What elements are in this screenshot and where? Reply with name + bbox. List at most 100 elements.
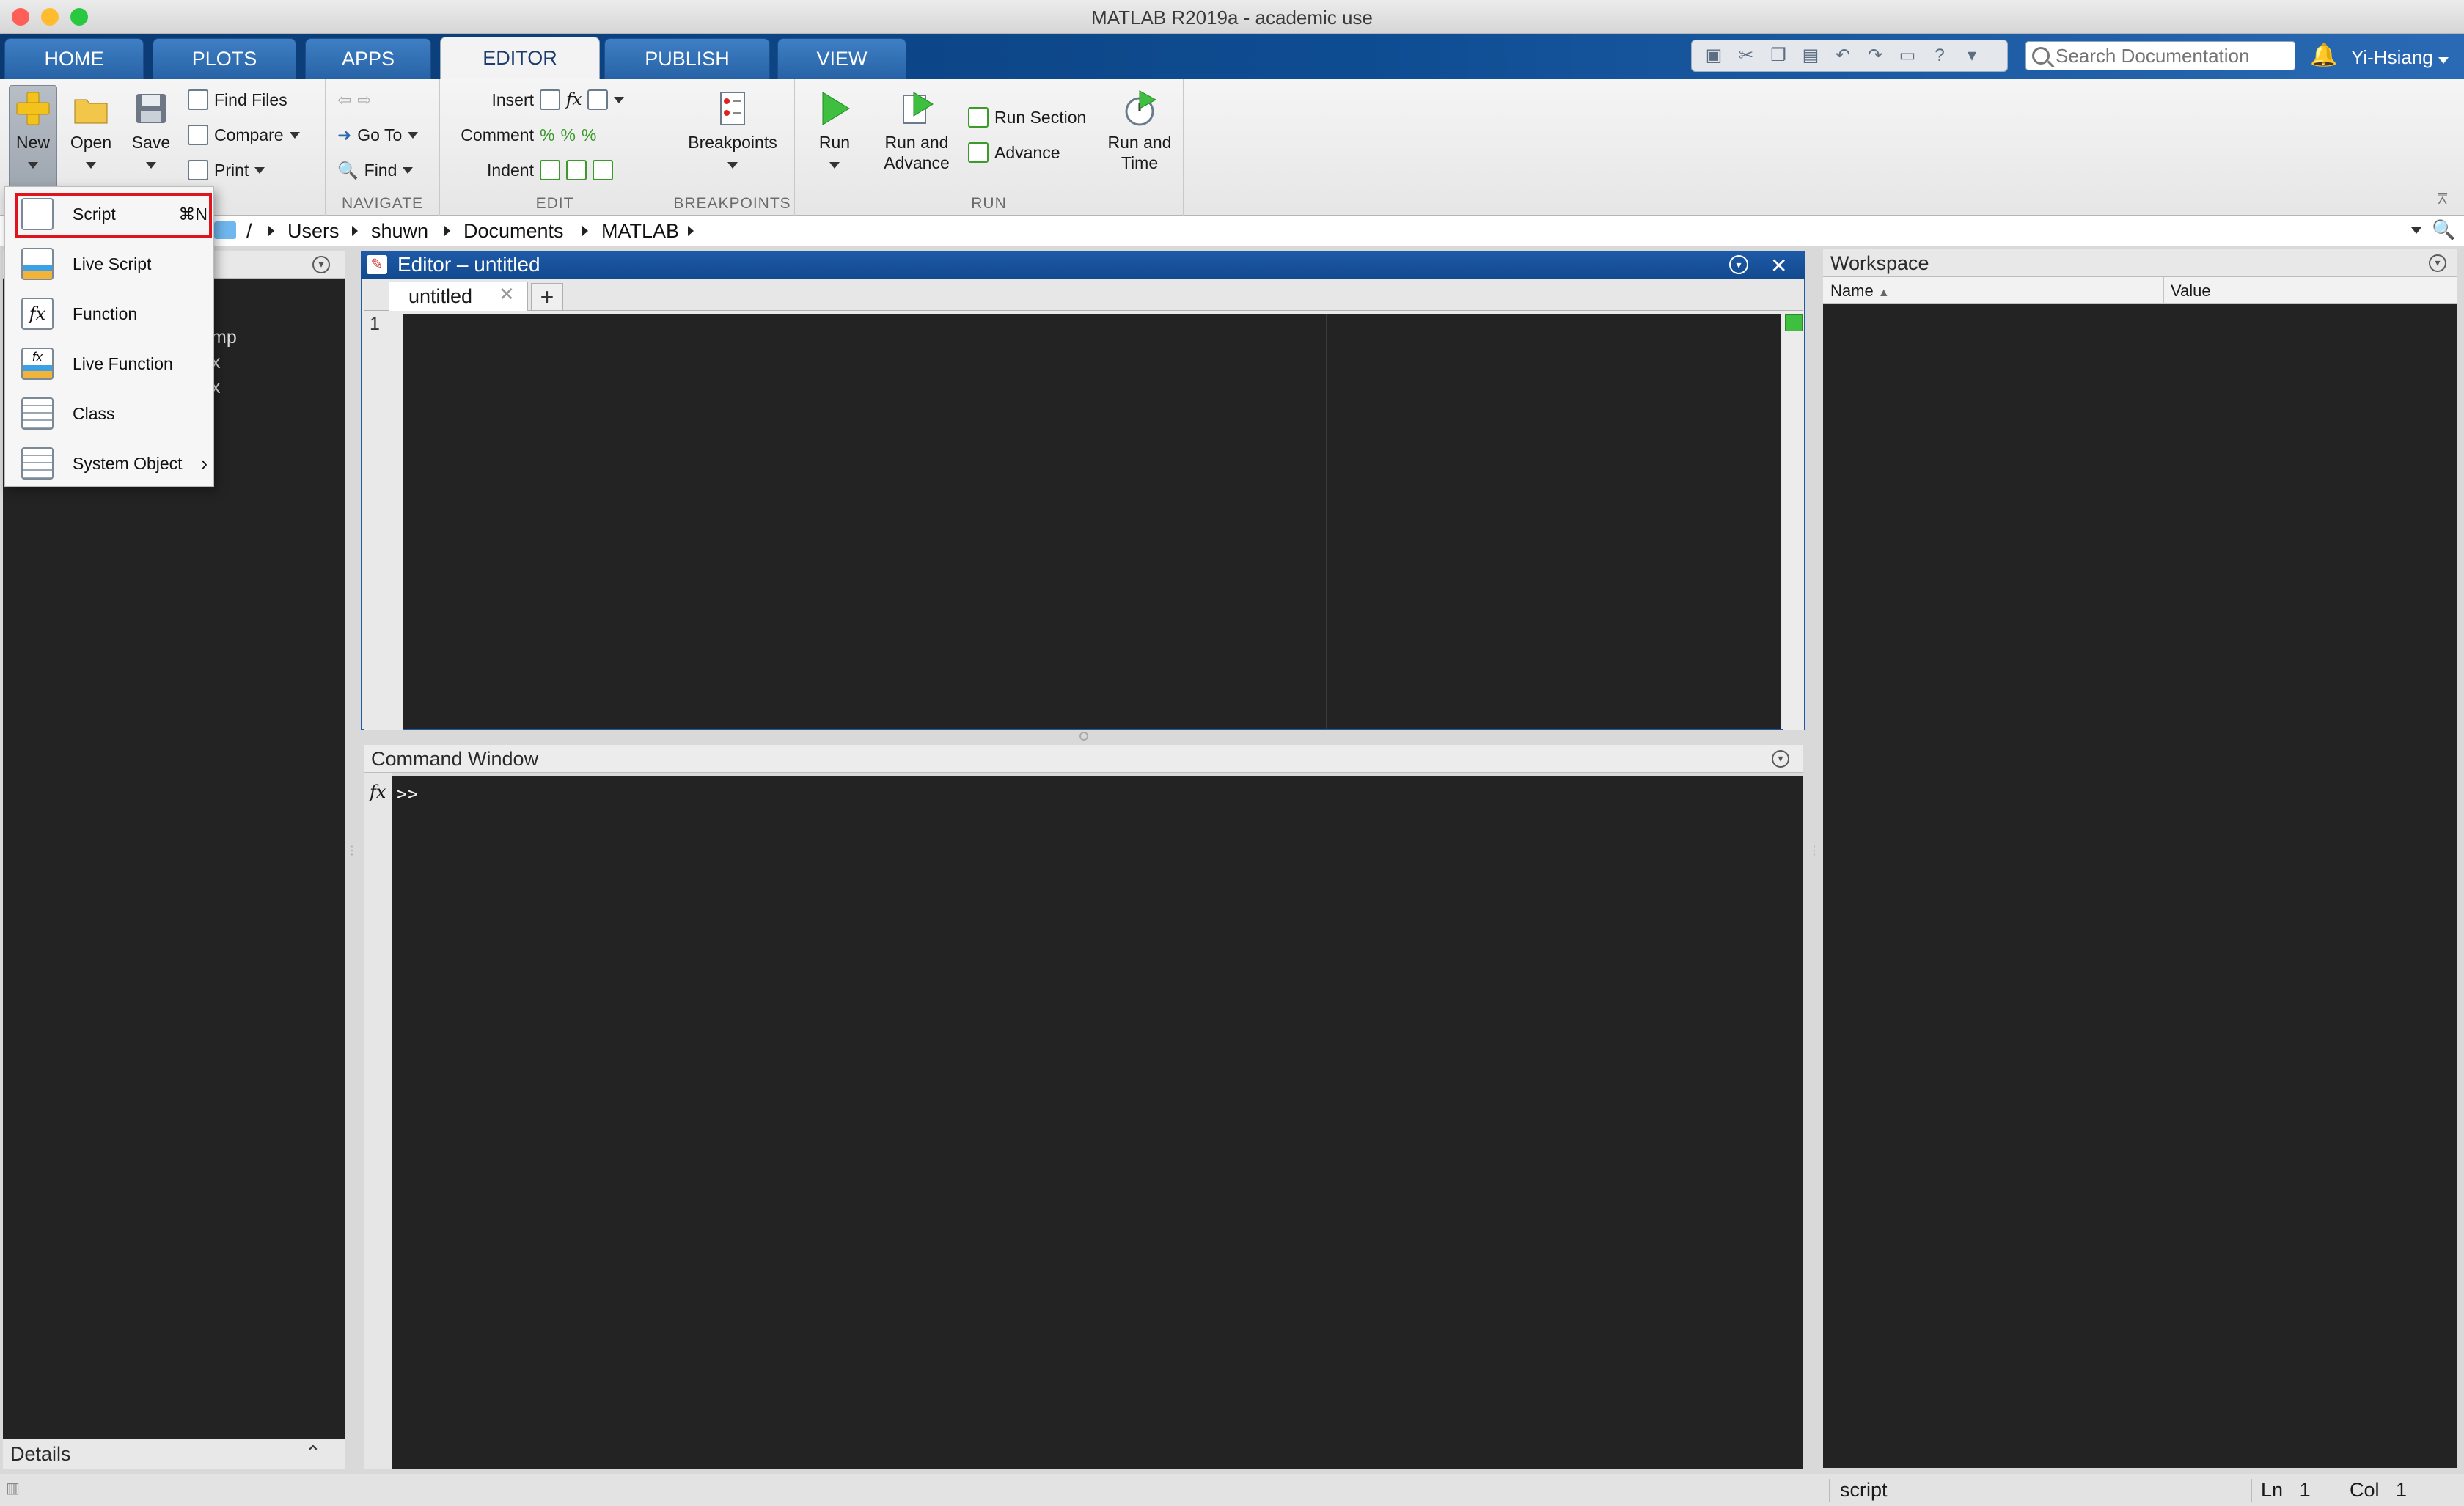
current-folder-options-icon[interactable]: ▾ xyxy=(312,256,330,273)
menu-item-class[interactable]: Class xyxy=(5,389,213,438)
quick-access-toolbar: ▣ ✂ ❐ ▤ ↶ ↷ ▭ ? ▾ xyxy=(1691,40,2008,72)
run-section: Run Run and Advance Run Section Advance R… xyxy=(795,79,1184,216)
save-button[interactable]: Save xyxy=(125,89,177,173)
search-input[interactable] xyxy=(2056,44,2290,67)
notification-bell-icon[interactable]: 🔔 xyxy=(2310,43,2337,72)
path-separator-icon[interactable] xyxy=(444,226,450,236)
tab-editor[interactable]: EDITOR xyxy=(440,37,600,79)
close-editor-icon[interactable]: ✕ xyxy=(1770,254,1789,277)
increase-indent-icon[interactable] xyxy=(566,160,587,180)
comment-icon[interactable]: % xyxy=(540,125,554,145)
editor-options-icon[interactable]: ▾ xyxy=(1729,255,1748,274)
tab-view[interactable]: VIEW xyxy=(777,38,906,79)
run-button[interactable]: Run xyxy=(805,89,864,173)
run-and-time-button[interactable]: Run and Time xyxy=(1103,89,1176,173)
run-section-label: RUN xyxy=(971,195,1007,212)
title-bar: MATLAB R2019a - academic use xyxy=(0,0,2464,34)
chevron-down-icon xyxy=(727,162,738,169)
chevron-down-icon xyxy=(86,162,96,169)
open-button[interactable]: Open xyxy=(65,89,117,173)
tab-publish[interactable]: PUBLISH xyxy=(604,38,770,79)
details-panel-header[interactable]: Details xyxy=(3,1439,345,1469)
path-separator-icon[interactable] xyxy=(582,226,588,236)
left-splitter-handle[interactable]: ⋮ xyxy=(346,843,358,859)
details-label: Details xyxy=(10,1443,71,1465)
help-icon[interactable]: ? xyxy=(1926,45,1953,67)
smart-indent-icon[interactable] xyxy=(540,160,560,180)
find-button[interactable]: 🔍 Find xyxy=(337,155,414,185)
insert-live-function-icon[interactable] xyxy=(587,89,609,110)
insert-function-icon[interactable]: fx xyxy=(566,90,582,109)
workspace-title: Workspace xyxy=(1830,252,1929,274)
tab-apps[interactable]: APPS xyxy=(305,38,431,79)
column-header-name[interactable]: Name ▲ xyxy=(1830,282,1890,301)
paste-icon[interactable]: ▤ xyxy=(1797,45,1824,67)
run-section-button[interactable]: Run Section xyxy=(968,103,1086,132)
menu-item-live-script[interactable]: Live Script xyxy=(5,240,213,288)
user-account-menu[interactable]: Yi-Hsiang xyxy=(2351,43,2461,72)
chevron-down-icon xyxy=(289,131,300,139)
path-history-dropdown-icon[interactable] xyxy=(2411,227,2421,234)
splitter-handle[interactable] xyxy=(1079,732,1088,741)
tab-plots[interactable]: PLOTS xyxy=(153,38,296,79)
path-crumb-users[interactable]: Users xyxy=(287,220,340,243)
column-header-value[interactable]: Value xyxy=(2163,282,2211,301)
path-crumb-shuwn[interactable]: shuwn xyxy=(371,220,428,243)
new-file-dropdown-menu: Script ⌘N Live Script fx Function fx Liv… xyxy=(4,186,214,487)
breakpoints-button[interactable]: Breakpoints xyxy=(678,89,788,173)
copy-icon[interactable]: ❐ xyxy=(1765,45,1792,67)
menu-item-live-function[interactable]: fx Live Function xyxy=(5,339,213,388)
path-separator-icon[interactable] xyxy=(688,226,694,236)
path-separator-icon[interactable] xyxy=(352,226,358,236)
print-button[interactable]: Print xyxy=(188,155,265,185)
cut-icon[interactable]: ✂ xyxy=(1733,45,1759,67)
code-editor-area[interactable] xyxy=(403,314,1781,729)
menu-item-system-object[interactable]: System Object › xyxy=(5,439,213,488)
decrease-indent-icon[interactable] xyxy=(593,160,613,180)
window-title: MATLAB R2019a - academic use xyxy=(1091,7,1373,29)
chevron-down-icon[interactable] xyxy=(614,96,625,103)
go-to-button[interactable]: ➜ Go To xyxy=(337,120,419,150)
search-folder-icon[interactable]: 🔍 xyxy=(2432,218,2455,242)
save-icon[interactable]: ▣ xyxy=(1701,45,1727,67)
status-column: Col 1 xyxy=(2350,1479,2408,1501)
back-forward-buttons[interactable]: ⇦ ⇨ xyxy=(337,85,372,114)
uncomment-icon[interactable]: % xyxy=(560,125,575,145)
switch-windows-icon[interactable]: ▭ xyxy=(1894,45,1921,67)
advance-button[interactable]: Advance xyxy=(968,138,1060,167)
code-analyzer-status-icon[interactable] xyxy=(1785,314,1803,331)
command-window-options-icon[interactable]: ▾ xyxy=(1772,750,1789,768)
run-and-advance-button[interactable]: Run and Advance xyxy=(871,89,962,173)
menu-item-function[interactable]: fx Function xyxy=(5,290,213,338)
path-crumb-documents[interactable]: Documents xyxy=(463,220,564,243)
compare-icon xyxy=(188,125,208,145)
collapse-ribbon-icon[interactable]: ⩞ xyxy=(2438,189,2455,207)
chevron-up-icon[interactable]: ⌃ xyxy=(305,1441,327,1463)
list-item[interactable]: mp xyxy=(211,327,237,348)
tab-home[interactable]: HOME xyxy=(4,38,144,79)
undo-icon[interactable]: ↶ xyxy=(1830,45,1856,67)
workspace-variable-list[interactable] xyxy=(1823,304,2457,1468)
insert-section-icon[interactable] xyxy=(540,89,560,110)
compare-button[interactable]: Compare xyxy=(188,120,300,150)
close-tab-icon[interactable]: ✕ xyxy=(499,283,516,308)
toolbar-options-icon[interactable]: ▾ xyxy=(1959,45,1985,67)
breakpoints-section: Breakpoints BREAKPOINTS xyxy=(670,79,795,216)
redo-icon[interactable]: ↷ xyxy=(1862,45,1888,67)
editor-title-bar: Editor – untitled xyxy=(361,251,1805,279)
chevron-down-icon xyxy=(829,162,840,169)
wrap-comment-icon[interactable]: % xyxy=(582,125,596,145)
new-tab-plus-icon[interactable]: + xyxy=(531,283,563,311)
pencil-icon: ✎ xyxy=(367,255,387,274)
run-section-icon xyxy=(968,107,989,128)
command-window-input[interactable]: >> xyxy=(392,776,1803,1469)
function-browser-icon[interactable]: fx xyxy=(364,773,392,802)
new-button-label: New xyxy=(9,89,57,173)
advance-icon xyxy=(968,142,989,163)
path-crumb-matlab[interactable]: MATLAB xyxy=(601,220,679,243)
find-files-button[interactable]: Find Files xyxy=(188,85,287,114)
path-separator-icon[interactable] xyxy=(268,226,274,236)
path-root[interactable]: / xyxy=(246,220,252,243)
right-splitter-handle[interactable]: ⋮ xyxy=(1808,843,1820,859)
workspace-options-icon[interactable]: ▾ xyxy=(2429,254,2446,272)
